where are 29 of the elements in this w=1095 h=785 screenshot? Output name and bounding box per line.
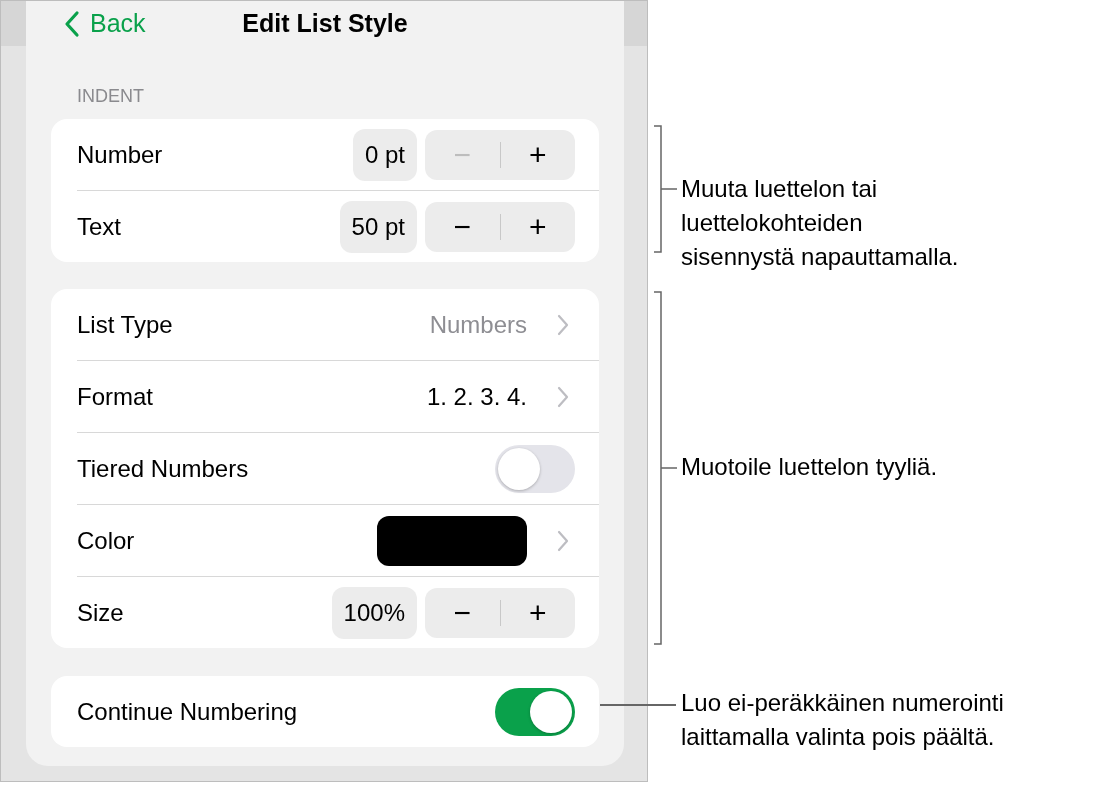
toggle-switch[interactable] xyxy=(495,687,575,736)
chevron-right-icon xyxy=(557,385,569,408)
value-field[interactable]: 0 pt xyxy=(352,128,417,181)
increase-button[interactable]: + xyxy=(500,587,575,638)
row-label: Format xyxy=(77,382,153,411)
value-field[interactable]: 50 pt xyxy=(339,200,417,253)
row-label: Color xyxy=(77,526,135,555)
chevron-right-icon xyxy=(557,313,569,336)
chevron-left-icon xyxy=(64,9,80,38)
increase-button[interactable]: + xyxy=(500,129,575,180)
row-label: Text xyxy=(77,212,121,241)
toggle-switch[interactable] xyxy=(495,444,575,493)
chevron-right-icon xyxy=(557,529,569,552)
row-label: Number xyxy=(77,140,163,169)
callout-text: Muotoile luettelon tyyliä. xyxy=(681,452,938,482)
decrease-button[interactable]: − xyxy=(425,587,500,638)
callout-text: Muuta luettelon tai luettelokohteiden sisennystä napauttamalla. xyxy=(681,174,959,272)
decrease-button[interactable]: − xyxy=(425,201,500,252)
panel-title: Edit List Style xyxy=(242,9,408,38)
row-value[interactable]: 1. 2. 3. 4. xyxy=(426,382,527,411)
callout-text: Luo ei-peräkkäinen numerointi laittamalla valinta pois päältä. xyxy=(681,688,1004,752)
value-field[interactable]: 100% xyxy=(331,586,417,639)
row-label: Size xyxy=(77,598,124,627)
color-swatch[interactable] xyxy=(377,515,527,566)
row-label: Tiered Numbers xyxy=(77,454,249,483)
section-heading: INDENT xyxy=(77,86,145,107)
row-label: List Type xyxy=(77,310,173,339)
row-label: Continue Numbering xyxy=(77,697,298,726)
increase-button[interactable]: + xyxy=(500,201,575,252)
